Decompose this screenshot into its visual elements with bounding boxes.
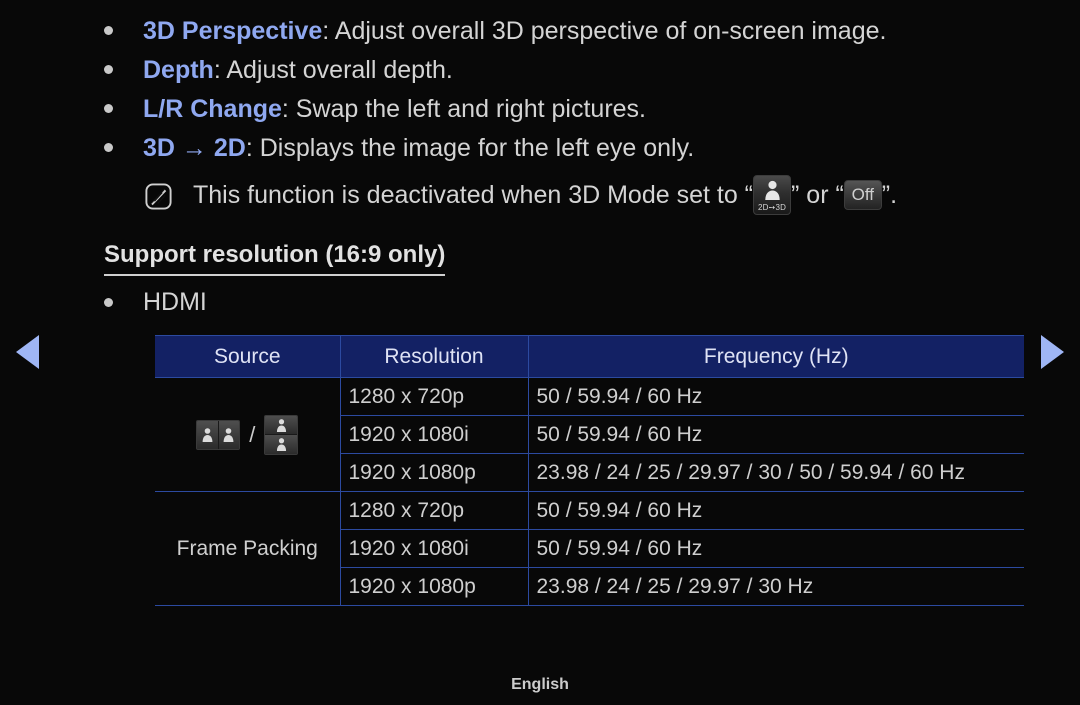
- pane-bottom: [265, 434, 298, 454]
- cell-frequency: 50 / 59.94 / 60 Hz: [527, 491, 1024, 530]
- feature-term: 3D → 2D: [143, 134, 246, 162]
- note-row: This function is deactivated when 3D Mod…: [145, 175, 1080, 215]
- feature-bullet-list: 3D Perspective: Adjust overall 3D perspe…: [0, 12, 1080, 168]
- cell-resolution: 1920 x 1080p: [339, 567, 529, 606]
- cell-frequency: 23.98 / 24 / 25 / 29.97 / 30 / 50 / 59.9…: [527, 453, 1024, 492]
- feature-description: : Swap the left and right pictures.: [281, 95, 646, 123]
- bullet-dot-icon: [104, 65, 113, 74]
- table-row: / 1280 x 720p 50 / 59.94 / 60 Hz: [155, 377, 1024, 492]
- pane-left: [197, 420, 218, 449]
- bullet-dot-icon: [104, 26, 113, 35]
- table-row: Frame Packing 1280 x 720p 50 / 59.94 / 6…: [155, 491, 1024, 606]
- cell-resolution: 1920 x 1080i: [339, 415, 529, 454]
- support-resolution-table: Source Resolution Frequency (Hz) / 1280 …: [155, 335, 1024, 606]
- bullet-dot-icon: [104, 298, 113, 307]
- side-by-side-format-icon: [196, 419, 241, 450]
- bullet-text: Depth: Adjust overall depth.: [143, 54, 453, 87]
- feature-description: : Adjust overall depth.: [213, 56, 453, 84]
- footer-language-label: English: [511, 676, 569, 693]
- cell-frequency: 50 / 59.94 / 60 Hz: [527, 529, 1024, 568]
- cell-resolution: 1920 x 1080i: [339, 529, 529, 568]
- cell-resolution: 1280 x 720p: [339, 377, 529, 416]
- column-header-frequency: Frequency (Hz): [527, 335, 1024, 378]
- list-item: Depth: Adjust overall depth.: [104, 51, 1080, 90]
- note-text-middle: ” or “: [791, 180, 844, 209]
- feature-description: : Displays the image for the left eye on…: [245, 134, 695, 162]
- bullet-dot-icon: [104, 104, 113, 113]
- bullet-text: L/R Change: Swap the left and right pict…: [143, 93, 646, 126]
- cell-frequency: 50 / 59.94 / 60 Hz: [527, 377, 1024, 416]
- column-header-source: Source: [155, 335, 341, 378]
- bullet-text: 3D → 2D: Displays the image for the left…: [143, 132, 694, 165]
- source-cell-frame-packing: Frame Packing: [155, 491, 341, 606]
- note-text: This function is deactivated when 3D Mod…: [193, 175, 897, 215]
- mode-2d-to-3d-caption: 2D➙3D: [757, 203, 787, 212]
- list-item: L/R Change: Swap the left and right pict…: [104, 90, 1080, 129]
- feature-term: 3D Perspective: [143, 17, 323, 45]
- cell-resolution: 1920 x 1080p: [339, 453, 529, 492]
- cell-resolution: 1280 x 720p: [339, 491, 529, 530]
- page-content: 3D Perspective: Adjust overall 3D perspe…: [0, 0, 1080, 606]
- pane-top: [265, 415, 298, 434]
- pane-right: [217, 420, 240, 449]
- note-text-after: ”.: [881, 180, 898, 209]
- bullet-dot-icon: [104, 143, 113, 152]
- bullet-text: 3D Perspective: Adjust overall 3D perspe…: [143, 15, 886, 48]
- mode-off-badge: Off: [843, 180, 882, 210]
- cell-frequency: 23.98 / 24 / 25 / 29.97 / 30 Hz: [527, 567, 1024, 606]
- hdmi-row: HDMI: [104, 288, 1080, 317]
- feature-description: : Adjust overall 3D perspective of on-sc…: [322, 17, 887, 45]
- top-bottom-format-icon: [264, 414, 299, 455]
- feature-term: L/R Change: [143, 95, 282, 123]
- format-separator: /: [249, 421, 256, 447]
- section-heading: Support resolution (16:9 only): [104, 241, 446, 276]
- column-header-resolution: Resolution: [339, 335, 529, 378]
- mode-2d-to-3d-icon: 2D➙3D: [753, 175, 792, 215]
- format-icon-group: /: [163, 414, 332, 455]
- table-header-row: Source Resolution Frequency (Hz): [155, 335, 1024, 378]
- hdmi-label: HDMI: [143, 288, 207, 316]
- note-pen-icon: [145, 182, 172, 210]
- cell-frequency: 50 / 59.94 / 60 Hz: [527, 415, 1024, 454]
- source-cell-3d-format-icons: /: [155, 377, 341, 492]
- list-item: 3D Perspective: Adjust overall 3D perspe…: [104, 12, 1080, 51]
- note-text-before: This function is deactivated when 3D Mod…: [193, 180, 754, 209]
- feature-term: Depth: [143, 56, 214, 84]
- list-item: 3D → 2D: Displays the image for the left…: [104, 129, 1080, 168]
